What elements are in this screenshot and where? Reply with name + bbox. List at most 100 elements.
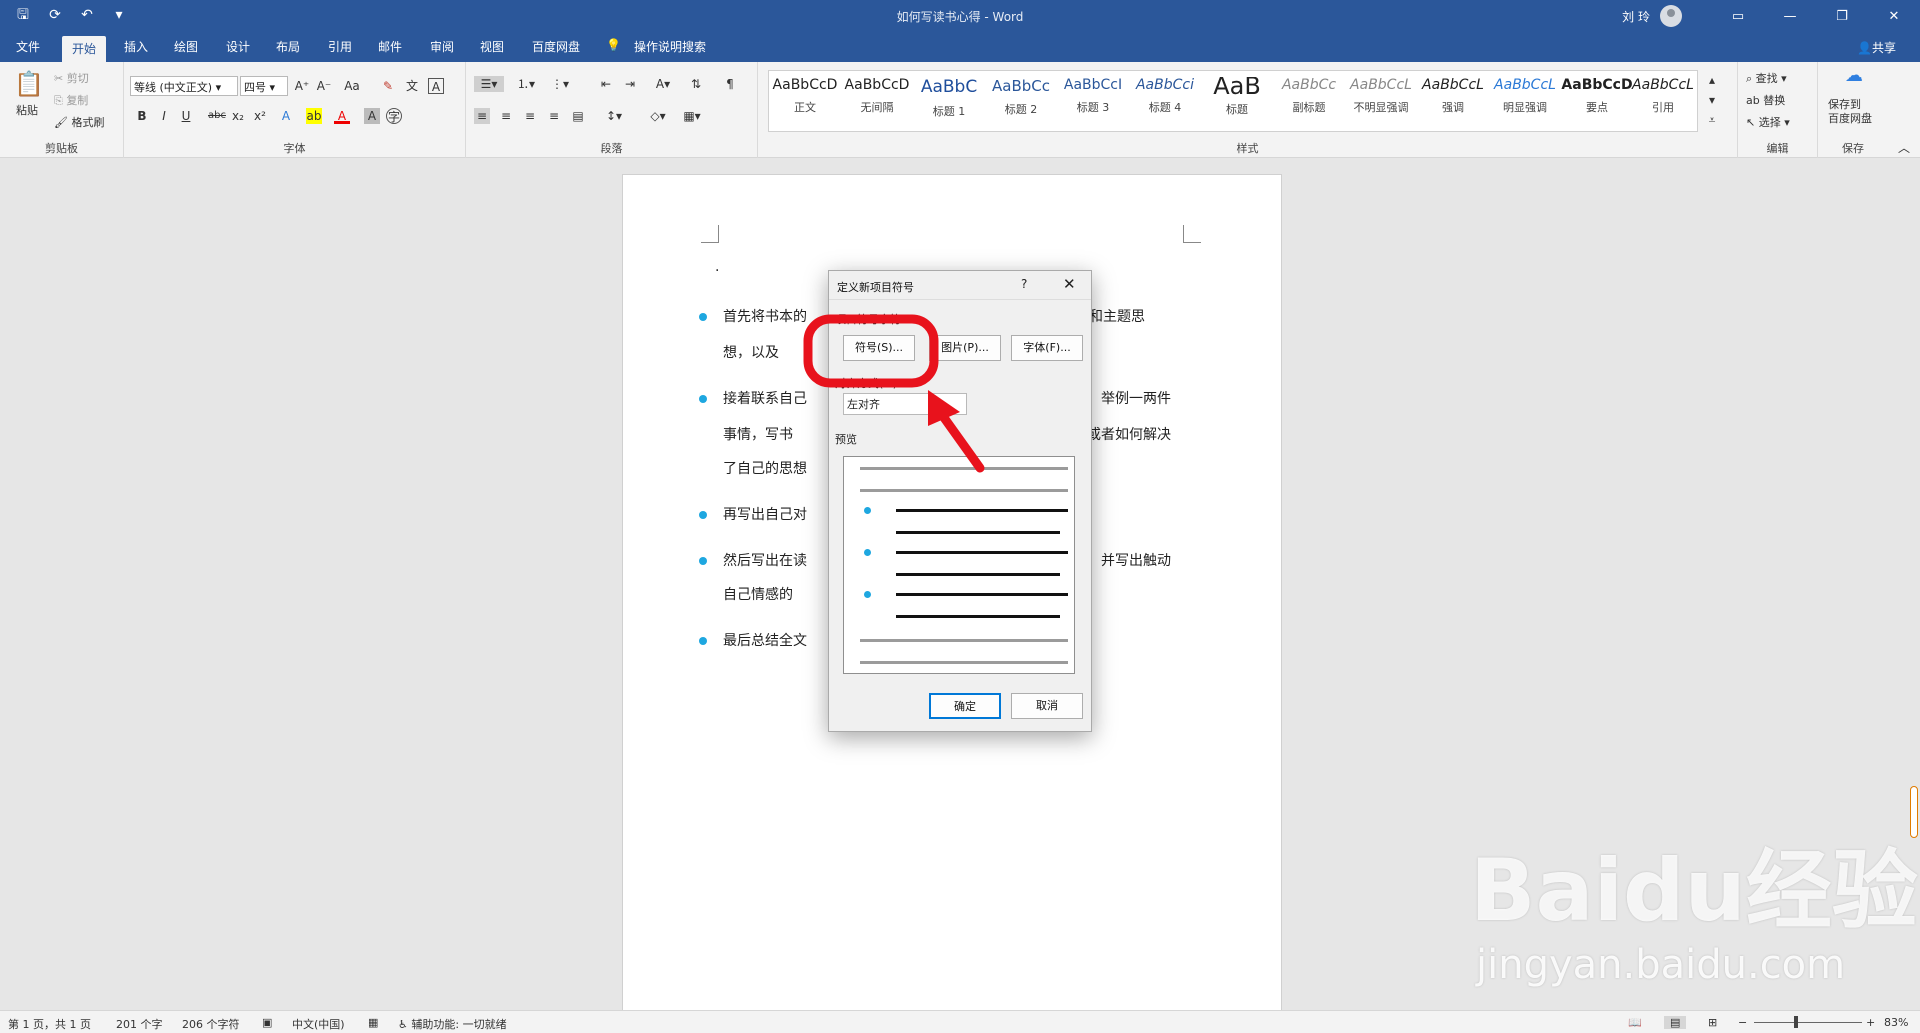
save-to-line2[interactable]: 百度网盘 — [1828, 110, 1872, 126]
increase-indent-icon[interactable]: ⇥ — [622, 76, 638, 92]
character-border-icon[interactable]: A — [428, 78, 444, 94]
align-right-icon[interactable]: ≡ — [522, 108, 538, 124]
style-normal[interactable]: AaBbCcD 正文 — [769, 77, 841, 115]
style-heading-4[interactable]: AaBbCci 标题 4 — [1129, 77, 1201, 115]
style-subtle-emphasis[interactable]: AaBbCcL 不明显强调 — [1345, 77, 1417, 115]
style-heading-3[interactable]: AaBbCcI 标题 3 — [1057, 77, 1129, 115]
avatar[interactable] — [1660, 5, 1682, 27]
select-button[interactable]: ↖ 选择 ▾ — [1746, 114, 1790, 130]
style-quote[interactable]: AaBbCcL 引用 — [1627, 77, 1699, 115]
tab-baidu-netdisk[interactable]: 百度网盘 — [532, 38, 580, 55]
bold-icon[interactable]: B — [134, 108, 150, 124]
sort-icon[interactable]: ⇅ — [688, 76, 704, 92]
list-item[interactable]: 再写出自己对 — [699, 505, 807, 525]
align-center-icon[interactable]: ≡ — [498, 108, 514, 124]
zoom-slider[interactable] — [1754, 1022, 1862, 1023]
restore-icon[interactable]: ❐ — [1816, 9, 1868, 24]
style-intense-emphasis[interactable]: AaBbCcL 明显强调 — [1489, 77, 1561, 115]
chinese-layout-icon[interactable]: A▾ — [652, 76, 674, 92]
style-heading-2[interactable]: AaBbCc 标题 2 — [985, 77, 1057, 117]
macro-icon[interactable]: ▦ — [368, 1016, 378, 1029]
close-icon[interactable]: ✕ — [1063, 275, 1076, 293]
change-case-icon[interactable]: Aa — [344, 78, 360, 94]
paste-icon[interactable]: 📋 — [14, 70, 44, 98]
proofing-icon[interactable]: ▣ — [262, 1016, 272, 1029]
print-layout-icon[interactable]: ▤ — [1664, 1016, 1687, 1029]
page-count[interactable]: 第 1 页，共 1 页 — [8, 1016, 91, 1032]
tab-mailings[interactable]: 邮件 — [378, 38, 402, 55]
subscript-icon[interactable]: x₂ — [230, 108, 246, 124]
tab-home[interactable]: 开始 — [62, 36, 107, 62]
list-item[interactable]: 接着联系自己 — [699, 389, 807, 409]
replace-button[interactable]: ab 替换 — [1746, 92, 1785, 108]
tab-file[interactable]: 文件 — [16, 38, 40, 55]
character-shading-icon[interactable]: A — [364, 108, 380, 124]
symbol-button[interactable]: 符号(S)... — [843, 335, 915, 361]
styles-scroll-up-icon[interactable]: ▴ — [1704, 72, 1720, 88]
enclose-characters-icon[interactable]: 字 — [386, 108, 402, 124]
zoom-level[interactable]: 83% — [1884, 1016, 1908, 1029]
copy-button[interactable]: ⎘ 复制 — [54, 92, 88, 108]
style-emphasis[interactable]: AaBbCcL 强调 — [1417, 77, 1489, 115]
accessibility-status[interactable]: ♿ 辅助功能: 一切就绪 — [398, 1016, 507, 1032]
style-heading-1[interactable]: AaBbC 标题 1 — [913, 77, 985, 119]
word-count[interactable]: 201 个字 — [116, 1016, 163, 1032]
paste-button[interactable]: 粘贴 — [16, 102, 38, 118]
tab-draw[interactable]: 绘图 — [174, 38, 198, 55]
style-title[interactable]: AaB 标题 — [1201, 77, 1273, 117]
align-left-icon[interactable]: ≡ — [474, 108, 490, 124]
web-layout-icon[interactable]: ⊞ — [1708, 1016, 1717, 1029]
close-window-icon[interactable]: ✕ — [1868, 9, 1920, 24]
picture-button[interactable]: 图片(P)... — [929, 335, 1001, 361]
distributed-icon[interactable]: ▤ — [570, 108, 586, 124]
text-effects-icon[interactable]: A — [278, 108, 294, 124]
cut-button[interactable]: ✂ 剪切 — [54, 70, 89, 86]
grow-font-icon[interactable]: A⁺ — [294, 78, 310, 94]
language-status[interactable]: 中文(中国) — [292, 1016, 345, 1032]
bullets-icon[interactable]: ☰▾ — [474, 76, 504, 92]
find-button[interactable]: ⌕ 查找 ▾ — [1746, 70, 1787, 86]
font-color-icon[interactable]: A — [334, 108, 350, 124]
cancel-button[interactable]: 取消 — [1011, 693, 1083, 719]
font-button[interactable]: 字体(F)... — [1011, 335, 1083, 361]
ribbon-display-icon[interactable]: ▭ — [1712, 9, 1764, 24]
ok-button[interactable]: 确定 — [929, 693, 1001, 719]
list-item[interactable]: 首先将书本的 — [699, 307, 807, 327]
baidu-netdisk-icon[interactable]: ☁ — [1842, 67, 1866, 90]
tab-references[interactable]: 引用 — [328, 38, 352, 55]
styles-more-icon[interactable]: ⩡ — [1704, 112, 1720, 128]
justify-icon[interactable]: ≡ — [546, 108, 562, 124]
phonetic-guide-icon[interactable]: 文 — [404, 78, 420, 94]
list-item[interactable]: 然后写出在读 — [699, 551, 807, 571]
zoom-in-icon[interactable]: + — [1866, 1016, 1875, 1029]
zoom-out-icon[interactable]: − — [1738, 1016, 1747, 1029]
underline-icon[interactable]: U — [178, 108, 194, 124]
tab-layout[interactable]: 布局 — [276, 38, 300, 55]
zoom-slider-thumb[interactable] — [1794, 1016, 1798, 1028]
shrink-font-icon[interactable]: A⁻ — [316, 78, 332, 94]
font-name-select[interactable]: 等线 (中文正文) ▾ — [130, 76, 238, 96]
share-button[interactable]: 👤共享 — [1857, 39, 1896, 56]
shading-icon[interactable]: ◇▾ — [646, 108, 670, 124]
numbering-icon[interactable]: ⒈▾ — [514, 76, 538, 92]
font-size-select[interactable]: 四号 ▾ — [240, 76, 288, 96]
superscript-icon[interactable]: x² — [252, 108, 268, 124]
strikethrough-icon[interactable]: abc — [208, 108, 226, 124]
line-spacing-icon[interactable]: ↕▾ — [602, 108, 626, 124]
tab-design[interactable]: 设计 — [226, 38, 250, 55]
borders-icon[interactable]: ▦▾ — [680, 108, 704, 124]
format-painter-button[interactable]: 🖌 格式刷 — [54, 114, 104, 130]
style-subtitle[interactable]: AaBbCc 副标题 — [1273, 77, 1345, 115]
tab-view[interactable]: 视图 — [480, 38, 504, 55]
style-no-spacing[interactable]: AaBbCcD 无间隔 — [841, 77, 913, 115]
alignment-select[interactable]: 左对齐 — [843, 393, 967, 415]
collapse-ribbon-icon[interactable]: ︿ — [1896, 140, 1912, 156]
list-item[interactable]: 最后总结全文 — [699, 631, 807, 651]
tab-insert[interactable]: 插入 — [124, 38, 148, 55]
char-count[interactable]: 206 个字符 — [182, 1016, 240, 1032]
show-marks-icon[interactable]: ¶ — [722, 76, 738, 92]
help-icon[interactable]: ? — [1021, 277, 1027, 291]
multilevel-list-icon[interactable]: ⋮▾ — [548, 76, 572, 92]
highlight-icon[interactable]: ab — [306, 108, 322, 124]
decrease-indent-icon[interactable]: ⇤ — [598, 76, 614, 92]
